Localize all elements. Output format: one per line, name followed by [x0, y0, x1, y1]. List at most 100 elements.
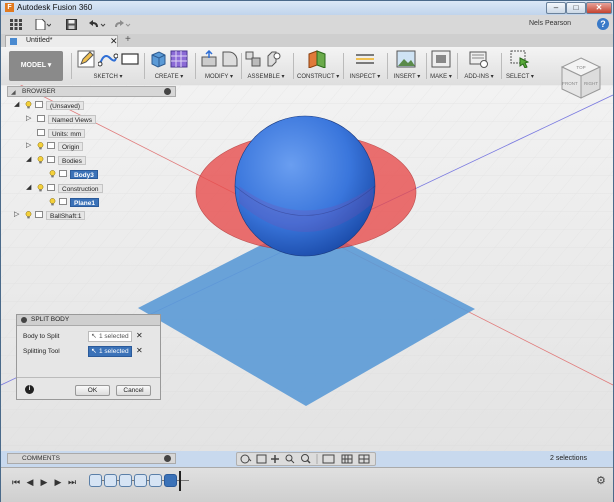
visibility-bulb-icon[interactable]: [37, 142, 44, 150]
measure-icon[interactable]: [355, 50, 375, 70]
splitting-tool-selector[interactable]: ↖ 1 selected: [88, 346, 132, 357]
display-settings-icon[interactable]: [322, 454, 335, 464]
make-group[interactable]: MAKE ▾: [429, 50, 453, 82]
browser-item[interactable]: Body3: [14, 169, 174, 180]
box-icon[interactable]: [149, 50, 167, 70]
timeline-first-button[interactable]: ⏮: [11, 476, 21, 488]
new-tab-button[interactable]: +: [125, 34, 131, 45]
select-icon[interactable]: [510, 50, 530, 70]
timeline-revolve-feature[interactable]: [104, 474, 117, 487]
browser-item-label[interactable]: Units: mm: [48, 128, 86, 138]
zoom-icon[interactable]: [301, 454, 311, 464]
clear-body-selection-icon[interactable]: ✕: [136, 331, 143, 340]
split-body-dialog-header[interactable]: SPLIT BODY: [17, 315, 160, 326]
browser-item-label[interactable]: Bodies: [58, 156, 86, 166]
workspace-switcher[interactable]: MODEL ▾: [9, 51, 63, 81]
add-ins-group[interactable]: ADD-INS ▾: [461, 50, 497, 82]
add-ins-menu-label[interactable]: ADD-INS ▾: [461, 73, 497, 80]
redo-icon[interactable]: [114, 19, 132, 30]
sketch-group[interactable]: SKETCH ▾: [77, 50, 139, 82]
data-panel-grid-icon[interactable]: [9, 19, 23, 30]
browser-item-label[interactable]: BallShaft:1: [46, 211, 86, 221]
pan-icon[interactable]: [271, 455, 279, 463]
modify-group[interactable]: MODIFY ▾: [200, 49, 239, 82]
look-at-icon[interactable]: [256, 454, 267, 464]
viewcube[interactable]: TOP FRONT RIGHT: [559, 56, 603, 100]
timeline-sphere-feature[interactable]: [134, 474, 147, 487]
orbit-icon[interactable]: [240, 454, 252, 464]
fillet-icon[interactable]: [221, 50, 239, 70]
help-icon[interactable]: ?: [597, 18, 609, 30]
make-menu-label[interactable]: MAKE ▾: [429, 73, 453, 80]
plane-icon[interactable]: [307, 50, 327, 70]
comments-panel-header[interactable]: COMMENTS: [7, 453, 176, 464]
assemble-menu-label[interactable]: ASSEMBLE ▾: [244, 73, 288, 80]
viewports-icon[interactable]: [358, 454, 370, 464]
pencil-icon[interactable]: [77, 50, 95, 70]
body-to-split-selector[interactable]: ↖ 1 selected: [88, 331, 132, 342]
browser-item-label[interactable]: Body3: [70, 170, 98, 179]
browser-item-label[interactable]: Plane1: [70, 197, 99, 207]
pattern-icon[interactable]: [170, 50, 188, 70]
document-tab[interactable]: Untitled* ✕: [5, 35, 118, 47]
modify-menu-label[interactable]: MODIFY ▾: [200, 73, 238, 80]
save-icon[interactable]: [65, 19, 77, 30]
insert-image-icon[interactable]: [396, 50, 416, 70]
timeline-settings-icon[interactable]: ⚙: [596, 474, 606, 487]
select-menu-label[interactable]: SELECT ▾: [504, 73, 536, 80]
visibility-bulb-icon[interactable]: [25, 211, 32, 219]
visibility-bulb-icon[interactable]: [49, 170, 56, 178]
maximize-button[interactable]: □: [566, 2, 586, 14]
clear-tool-selection-icon[interactable]: ✕: [136, 346, 143, 355]
collapse-arrow-icon[interactable]: ◢: [26, 184, 34, 192]
browser-item[interactable]: ◢ (Unsaved): [14, 100, 174, 111]
minimize-button[interactable]: –: [546, 2, 566, 14]
construct-group[interactable]: CONSTRUCT ▾: [297, 50, 339, 82]
expand-arrow-icon[interactable]: ▷: [14, 211, 22, 219]
press-pull-icon[interactable]: [200, 49, 218, 70]
visibility-bulb-icon[interactable]: [37, 183, 44, 192]
print-3d-icon[interactable]: [431, 50, 451, 70]
scripts-icon[interactable]: [469, 50, 489, 70]
browser-item[interactable]: Plane1: [14, 197, 174, 208]
timeline-previous-button[interactable]: ◀: [25, 476, 35, 488]
inspect-menu-label[interactable]: INSPECT ▾: [347, 73, 383, 80]
dialog-collapse-icon[interactable]: [21, 317, 27, 323]
insert-group[interactable]: INSERT ▾: [391, 50, 423, 82]
expand-arrow-icon[interactable]: ▷: [26, 142, 34, 150]
expand-arrow-icon[interactable]: ▷: [26, 115, 34, 123]
assemble-group[interactable]: ASSEMBLE ▾: [244, 50, 288, 82]
timeline-play-button[interactable]: ▶: [39, 476, 49, 488]
close-button[interactable]: ✕: [586, 2, 612, 14]
timeline-split-feature[interactable]: [164, 474, 177, 487]
browser-item-label[interactable]: Origin: [58, 142, 84, 152]
cancel-button[interactable]: Cancel: [116, 385, 151, 396]
browser-item-label[interactable]: Construction: [58, 183, 103, 193]
timeline-next-button[interactable]: ▶: [53, 476, 63, 488]
ok-button[interactable]: OK: [75, 385, 110, 396]
browser-pin-icon[interactable]: [164, 88, 171, 95]
inspect-group[interactable]: INSPECT ▾: [347, 50, 383, 82]
visibility-bulb-icon[interactable]: [37, 156, 44, 164]
zoom-window-icon[interactable]: [285, 454, 295, 464]
create-menu-label[interactable]: CREATE ▾: [149, 73, 189, 80]
timeline-sketch-feature[interactable]: [89, 474, 102, 487]
viewcube-front-label[interactable]: FRONT: [562, 81, 578, 86]
browser-item[interactable]: Units: mm: [14, 128, 174, 139]
comments-pin-icon[interactable]: [164, 455, 171, 462]
undo-icon[interactable]: [89, 19, 107, 30]
browser-header[interactable]: ◢ BROWSER: [7, 86, 176, 97]
close-tab-icon[interactable]: ✕: [110, 36, 118, 47]
timeline-marker[interactable]: [179, 471, 181, 491]
visibility-bulb-icon[interactable]: [25, 101, 32, 109]
new-component-icon[interactable]: [244, 50, 262, 70]
viewcube-right-label[interactable]: RIGHT: [584, 81, 598, 86]
select-group[interactable]: SELECT ▾: [504, 50, 536, 82]
joint-icon[interactable]: [265, 50, 283, 70]
browser-item[interactable]: ▷ BallShaft:1: [14, 210, 174, 221]
browser-item[interactable]: ▷ Named Views: [14, 114, 174, 125]
timeline-last-button[interactable]: ⏭: [67, 476, 77, 488]
sphere-body[interactable]: [234, 115, 376, 257]
info-icon[interactable]: i: [25, 385, 34, 394]
timeline-plane-feature[interactable]: [149, 474, 162, 487]
